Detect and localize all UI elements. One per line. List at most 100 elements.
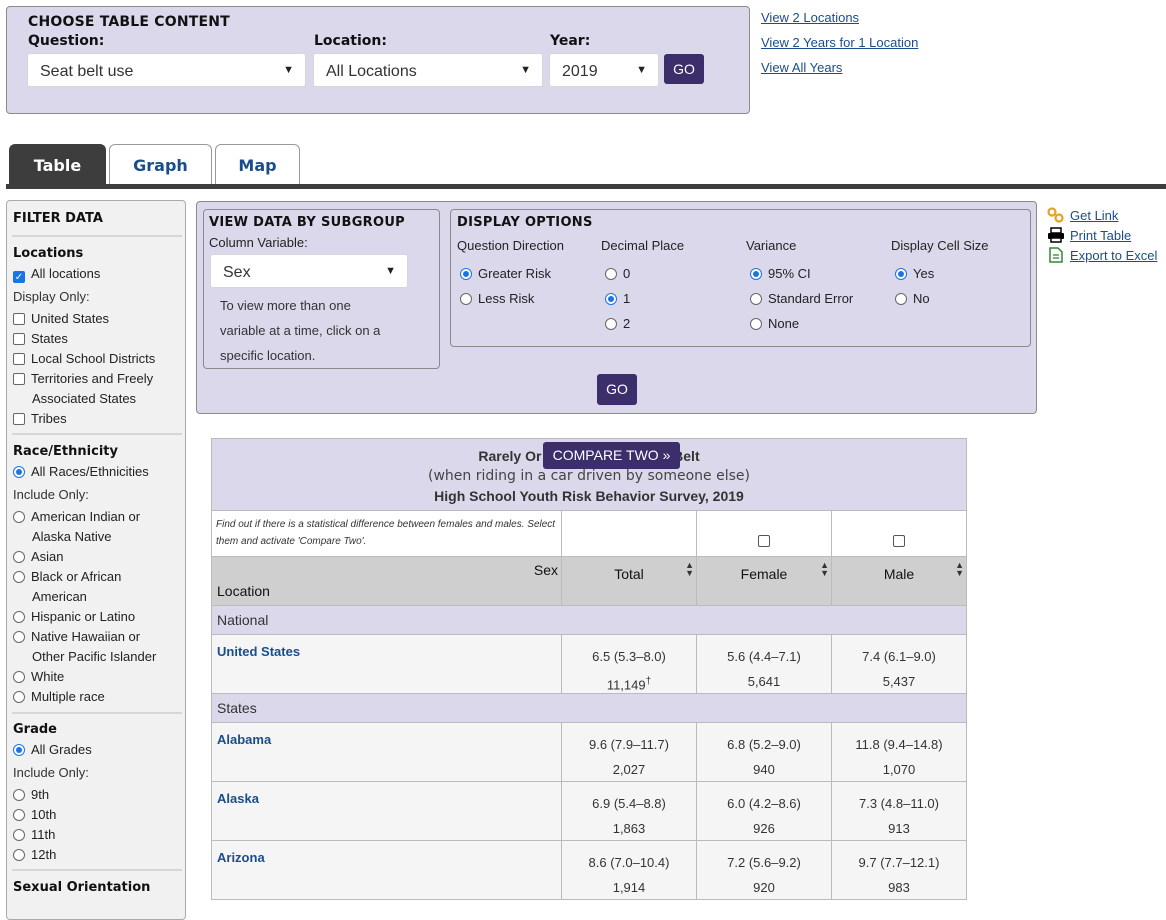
filter-sidebar: FILTER DATA Locations ✓ All locations Dis… xyxy=(6,200,186,920)
column-variable-select[interactable]: Sex ▼ xyxy=(210,254,408,288)
tab-graph[interactable]: Graph xyxy=(109,144,212,186)
decimal-0-radio[interactable]: 0 xyxy=(605,266,630,281)
grade-title: Grade xyxy=(13,722,57,737)
white-radio[interactable]: White xyxy=(13,667,64,687)
compare-row: Find out if there is a statistical diffe… xyxy=(211,442,967,557)
sort-icon[interactable]: ▲ ▼ xyxy=(820,561,829,578)
grade-12-radio[interactable]: 12th xyxy=(13,845,56,865)
grade-9-radio[interactable]: 9th xyxy=(13,785,49,805)
display-options-box: DISPLAY OPTIONS Question Direction Great… xyxy=(450,209,1031,347)
location-link-alabama[interactable]: Alabama xyxy=(217,732,271,747)
table-row: Alaska 6.9 (5.4–8.8) 1,863 6.0 (4.2–8.6) 9… xyxy=(211,782,967,841)
sort-icon[interactable]: ▲ ▼ xyxy=(955,561,964,578)
cell-size-label: Display Cell Size xyxy=(891,238,989,253)
grade-10-radio[interactable]: 10th xyxy=(13,805,56,825)
black-radio[interactable]: Black or African American xyxy=(13,567,121,607)
territories-checkbox[interactable]: Territories and Freely Associated States xyxy=(13,369,153,409)
male-compare-checkbox[interactable] xyxy=(893,535,905,547)
table-row: United States 6.5 (5.3–8.0) 11,149† 5.6 (… xyxy=(211,635,967,694)
group-row-states: States xyxy=(211,694,967,723)
results-table: Rarely Or Never Wore A Seat Belt (when r… xyxy=(211,438,967,900)
all-locations-checkbox[interactable]: ✓ All locations xyxy=(13,264,100,284)
get-link[interactable]: Get Link xyxy=(1070,208,1118,223)
column-header-female[interactable]: Female ▲ ▼ xyxy=(697,557,832,605)
year-label: Year: xyxy=(550,33,591,49)
divider xyxy=(12,869,182,871)
location-link-arizona[interactable]: Arizona xyxy=(217,850,265,865)
less-risk-radio[interactable]: Less Risk xyxy=(460,291,534,306)
choose-table-content-panel: CHOOSE TABLE CONTENT Question: Seat belt… xyxy=(6,6,750,114)
subgroup-box: VIEW DATA BY SUBGROUP Column Variable: S… xyxy=(203,209,440,369)
options-go-button[interactable]: GO xyxy=(597,374,637,405)
chooser-go-button[interactable]: GO xyxy=(664,54,704,84)
include-only-label: Include Only: xyxy=(13,487,89,502)
all-grades-radio[interactable]: All Grades xyxy=(13,740,92,760)
subgroup-title: VIEW DATA BY SUBGROUP xyxy=(209,215,406,230)
column-header-male[interactable]: Male ▲ ▼ xyxy=(832,557,966,605)
question-direction-label: Question Direction xyxy=(457,238,564,253)
dagger-footnote: † xyxy=(645,676,652,687)
print-table-link[interactable]: Print Table xyxy=(1070,228,1131,243)
sort-icon[interactable]: ▲ ▼ xyxy=(685,561,694,578)
question-value: Seat belt use xyxy=(40,63,134,80)
compare-two-button[interactable]: COMPARE TWO » xyxy=(543,442,680,469)
all-races-radio[interactable]: All Races/Ethnicities xyxy=(13,462,149,482)
export-excel-link[interactable]: Export to Excel xyxy=(1070,248,1157,263)
grade-11-radio[interactable]: 11th xyxy=(13,825,55,845)
race-title: Race/Ethnicity xyxy=(13,444,118,459)
decimal-1-radio[interactable]: 1 xyxy=(605,291,630,306)
female-compare-checkbox[interactable] xyxy=(758,535,770,547)
question-select[interactable]: Seat belt use ▼ xyxy=(27,53,306,87)
divider xyxy=(12,235,182,237)
greater-risk-radio[interactable]: Greater Risk xyxy=(460,266,551,281)
decimal-2-radio[interactable]: 2 xyxy=(605,316,630,331)
ci-95-radio[interactable]: 95% CI xyxy=(750,266,811,281)
view-links: View 2 Locations View 2 Years for 1 Loca… xyxy=(761,9,918,84)
link-icon xyxy=(1047,207,1064,223)
options-panel: VIEW DATA BY SUBGROUP Column Variable: S… xyxy=(196,201,1037,414)
cell-size-no-radio[interactable]: No xyxy=(895,291,930,306)
table-row: Alabama 9.6 (7.9–11.7) 2,027 6.8 (5.2–9.0… xyxy=(211,723,967,782)
subgroup-note: To view more than one variable at a time… xyxy=(220,298,381,363)
decimal-place-label: Decimal Place xyxy=(601,238,685,253)
view-all-years-link[interactable]: View All Years xyxy=(761,60,842,75)
excel-icon xyxy=(1049,247,1063,263)
corner-sex-label: Sex xyxy=(533,562,558,578)
american-indian-radio[interactable]: American Indian or Alaska Native xyxy=(13,507,140,547)
location-link-alaska[interactable]: Alaska xyxy=(217,791,259,806)
table-header-row: Sex Location Total ▲ ▼ Female ▲ ▼ Male ▲ ▼ xyxy=(211,557,967,606)
table-actions: Get Link Print Table Export to Excel xyxy=(1047,205,1157,265)
sexual-orientation-title: Sexual Orientation xyxy=(13,880,151,895)
cell-size-yes-radio[interactable]: Yes xyxy=(895,266,934,281)
display-only-label: Display Only: xyxy=(13,289,90,304)
local-school-districts-checkbox[interactable]: Local School Districts xyxy=(13,349,155,369)
view-2-locations-link[interactable]: View 2 Locations xyxy=(761,10,859,25)
tab-map[interactable]: Map xyxy=(215,144,300,186)
chevron-down-icon: ▼ xyxy=(636,64,647,76)
variance-none-radio[interactable]: None xyxy=(750,316,799,331)
location-link-united-states[interactable]: United States xyxy=(217,644,300,659)
tab-table[interactable]: Table xyxy=(9,144,106,186)
tribes-checkbox[interactable]: Tribes xyxy=(13,409,67,429)
view-2-years-link[interactable]: View 2 Years for 1 Location xyxy=(761,35,918,50)
column-header-total[interactable]: Total ▲ ▼ xyxy=(562,557,697,605)
states-checkbox[interactable]: States xyxy=(13,329,68,349)
united-states-checkbox[interactable]: United States xyxy=(13,309,109,329)
include-only-label: Include Only: xyxy=(13,765,89,780)
standard-error-radio[interactable]: Standard Error xyxy=(750,291,853,306)
variance-label: Variance xyxy=(746,238,797,253)
location-label: Location: xyxy=(314,33,387,49)
year-select[interactable]: 2019 ▼ xyxy=(549,53,659,87)
divider xyxy=(12,433,182,435)
location-select[interactable]: All Locations ▼ xyxy=(313,53,543,87)
corner-location-label: Location xyxy=(217,583,270,599)
checkmark-icon: ✓ xyxy=(13,271,25,283)
print-icon xyxy=(1048,227,1064,243)
native-hawaiian-radio[interactable]: Native Hawaiian or Other Pacific Islander xyxy=(13,627,156,667)
hispanic-radio[interactable]: Hispanic or Latino xyxy=(13,607,135,627)
asian-radio[interactable]: Asian xyxy=(13,547,64,567)
multiple-race-radio[interactable]: Multiple race xyxy=(13,687,105,707)
location-value: All Locations xyxy=(326,63,417,80)
table-row: Arizona 8.6 (7.0–10.4) 1,914 7.2 (5.6–9.2… xyxy=(211,841,967,900)
column-variable-label: Column Variable: xyxy=(209,235,308,250)
